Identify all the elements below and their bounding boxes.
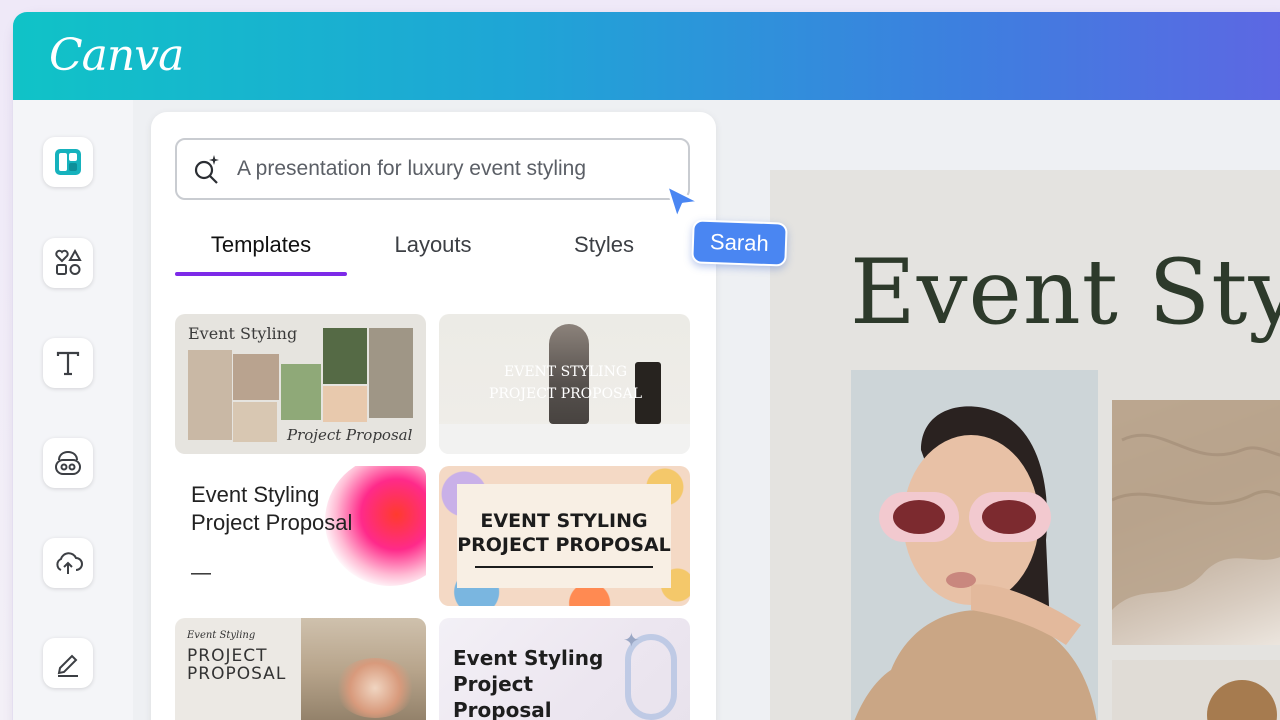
template-image (323, 328, 367, 384)
brand-button[interactable] (43, 438, 93, 488)
active-tab-indicator (175, 272, 347, 276)
template-card[interactable]: EVENT STYLING PROJECT PROPOSAL (439, 314, 690, 454)
design-button[interactable] (43, 137, 93, 187)
collaborator-label: Sarah (691, 219, 788, 267)
template-card[interactable]: Event Styling Project Proposal (175, 314, 426, 454)
tab-layouts[interactable]: Layouts (347, 232, 519, 258)
template-image (281, 364, 321, 420)
draw-button[interactable] (43, 638, 93, 688)
template-image (188, 350, 232, 440)
template-title: Event Styling (188, 324, 298, 343)
template-image (335, 658, 415, 718)
tab-bar: Templates Layouts Styles (175, 222, 690, 278)
template-subtitle: Project (453, 672, 534, 696)
canvas-headline[interactable]: Event Sty (850, 240, 1280, 345)
canvas-portrait-photo[interactable] (851, 370, 1098, 720)
template-card[interactable]: Event Styling Project Proposal — (175, 466, 426, 606)
workspace: Templates Layouts Styles Event Styling P… (13, 100, 1280, 720)
template-title: Event Styling (453, 646, 604, 670)
collaborator-cursor-icon (665, 184, 701, 220)
draw-icon (57, 654, 78, 677)
elements-button[interactable] (43, 238, 93, 288)
templates-panel: Templates Layouts Styles Event Styling P… (151, 112, 716, 720)
sparkle-icon: ✦ (623, 628, 640, 652)
template-subtitle: PROJECT PROPOSAL (488, 386, 643, 402)
text-icon (56, 351, 80, 376)
text-button[interactable] (43, 338, 93, 388)
uploads-icon (56, 552, 83, 574)
template-card[interactable]: Event Styling PROJECT PROPOSAL (175, 618, 426, 720)
template-image (233, 402, 277, 442)
template-dash: — (191, 562, 211, 584)
sand-texture (1112, 400, 1280, 610)
portrait-illustration (851, 370, 1098, 720)
brand-icon (55, 450, 81, 475)
tab-styles[interactable]: Styles (518, 232, 690, 258)
template-kicker: Event Styling (187, 630, 256, 641)
search-bar[interactable] (175, 138, 690, 200)
template-card[interactable]: EVENT STYLING PROJECT PROPOSAL (439, 466, 690, 606)
canvas-photo[interactable] (1112, 660, 1280, 720)
canva-logo[interactable]: Canva (49, 30, 184, 81)
template-title: PROJECT (187, 646, 268, 666)
template-divider (439, 424, 690, 454)
template-subtitle: PROJECT PROPOSAL (457, 534, 671, 556)
canvas-texture-photo[interactable] (1112, 400, 1280, 645)
side-rail (13, 100, 133, 720)
template-subtitle: Project Proposal (287, 426, 413, 444)
template-title: EVENT STYLING (480, 510, 648, 532)
template-image (323, 386, 367, 422)
template-title: Event Styling (191, 482, 320, 507)
template-image (369, 328, 413, 418)
design-canvas[interactable]: Event Sty (770, 170, 1280, 720)
template-rule (475, 566, 653, 568)
template-subtitle: PROPOSAL (187, 664, 287, 684)
uploads-button[interactable] (43, 538, 93, 588)
template-subtitle-2: Proposal (453, 698, 552, 720)
design-icon (55, 149, 81, 175)
template-image (233, 354, 279, 400)
search-input[interactable] (237, 157, 657, 181)
photo-detail (1207, 680, 1277, 720)
elements-icon (55, 248, 82, 275)
template-card[interactable]: ✦ Event Styling Project Proposal (439, 618, 690, 720)
tab-templates[interactable]: Templates (175, 232, 347, 258)
top-bar: Canva (13, 12, 1280, 100)
magic-search-icon (194, 155, 219, 184)
template-title: EVENT STYLING (503, 364, 628, 380)
template-subtitle: Project Proposal (191, 510, 353, 535)
